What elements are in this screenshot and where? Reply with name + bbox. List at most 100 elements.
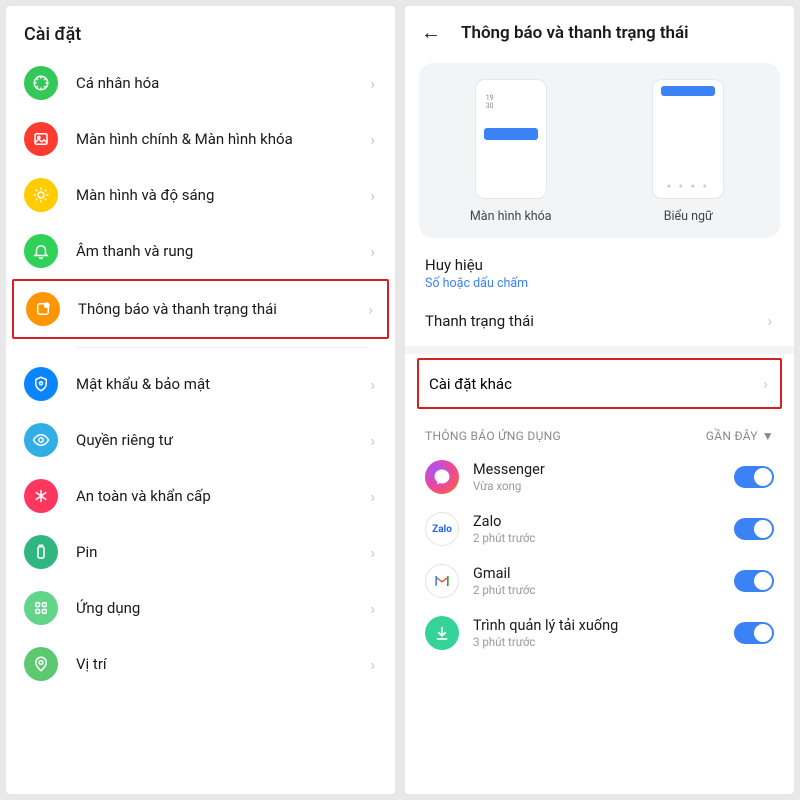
row-password-security[interactable]: Mật khẩu & bảo mật › — [12, 356, 389, 412]
row-location[interactable]: Vị trí › — [12, 636, 389, 692]
row-label: Thông báo và thanh trạng thái — [78, 300, 366, 318]
row-label: Quyền riêng tư — [76, 431, 368, 449]
chevron-right-icon: › — [368, 242, 377, 261]
app-row-messenger[interactable]: Messenger Vừa xong — [405, 451, 794, 503]
asterisk-icon — [24, 479, 58, 513]
back-arrow-icon[interactable]: ← — [421, 20, 441, 45]
app-name: Zalo — [473, 513, 720, 530]
notification-preview-card: 19 30 Màn hình khóa ● ● ● ● Biểu ngữ — [419, 63, 780, 238]
row-other-settings[interactable]: Cài đặt khác › — [417, 358, 782, 409]
chevron-right-icon: › — [368, 655, 377, 674]
app-subtext: Vừa xong — [473, 479, 720, 493]
chevron-right-icon: › — [368, 186, 377, 205]
home-dots: ● ● ● ● — [653, 182, 723, 190]
row-safety-emergency[interactable]: An toàn và khẩn cấp › — [12, 468, 389, 524]
row-battery[interactable]: Pin › — [12, 524, 389, 580]
zalo-icon: Zalo — [425, 512, 459, 546]
app-subtext: 3 phút trước — [473, 635, 720, 649]
row-status-bar[interactable]: Thanh trạng thái › — [405, 295, 794, 346]
row-label: Màn hình chính & Màn hình khóa — [76, 130, 368, 148]
row-label: Mật khẩu & bảo mật — [76, 375, 368, 393]
chevron-right-icon: › — [761, 374, 770, 393]
location-icon — [24, 647, 58, 681]
chevron-right-icon: › — [368, 74, 377, 93]
app-subtext: 2 phút trước — [473, 531, 720, 545]
download-icon — [425, 616, 459, 650]
row-apps[interactable]: Ứng dụng › — [12, 580, 389, 636]
app-info: Trình quản lý tải xuống 3 phút trước — [473, 617, 720, 649]
app-subtext: 2 phút trước — [473, 583, 720, 597]
notifications-screen: ← Thông báo và thanh trạng thái 19 30 Mà… — [405, 6, 794, 794]
row-privacy[interactable]: Quyền riêng tư › — [12, 412, 389, 468]
row-label: Màn hình và độ sáng — [76, 186, 368, 204]
row-display-brightness[interactable]: Màn hình và độ sáng › — [12, 167, 389, 223]
battery-icon — [24, 535, 58, 569]
row-label: Thanh trạng thái — [425, 312, 765, 330]
chevron-right-icon: › — [366, 300, 375, 319]
image-icon — [24, 122, 58, 156]
badge-link: Số hoặc dấu chấm — [425, 276, 774, 291]
row-personalization[interactable]: Cá nhân hóa › — [12, 55, 389, 111]
app-name: Gmail — [473, 565, 720, 582]
chevron-right-icon: › — [368, 130, 377, 149]
chevron-right-icon: › — [368, 543, 377, 562]
app-name: Messenger — [473, 461, 720, 478]
row-notifications-statusbar[interactable]: Thông báo và thanh trạng thái › — [12, 279, 389, 339]
mini-phone-lock: 19 30 — [475, 79, 547, 199]
chevron-right-icon: › — [368, 599, 377, 618]
bell-icon — [24, 234, 58, 268]
chevron-right-icon: › — [368, 431, 377, 450]
sun-icon — [24, 178, 58, 212]
notification-icon — [26, 292, 60, 326]
shield-icon — [24, 367, 58, 401]
app-info: Zalo 2 phút trước — [473, 513, 720, 545]
badge-title: Huy hiệu — [425, 256, 774, 274]
chevron-down-icon: ▼ — [762, 429, 774, 443]
toggle-switch[interactable] — [734, 466, 774, 488]
app-row-gmail[interactable]: Gmail 2 phút trước — [405, 555, 794, 607]
chevron-right-icon: › — [368, 487, 377, 506]
lock-notification-bar — [484, 128, 538, 140]
sort-dropdown[interactable]: GẦN ĐÂY ▼ — [706, 429, 774, 443]
preview-label: Biểu ngữ — [605, 209, 773, 224]
row-label: Âm thanh và rung — [76, 242, 368, 260]
messenger-icon — [425, 460, 459, 494]
app-info: Gmail 2 phút trước — [473, 565, 720, 597]
lock-time: 19 30 — [486, 94, 494, 110]
row-home-lockscreen[interactable]: Màn hình chính & Màn hình khóa › — [12, 111, 389, 167]
mini-phone-home: ● ● ● ● — [652, 79, 724, 199]
apps-section-header: THÔNG BÁO ỨNG DỤNG GẦN ĐÂY ▼ — [405, 413, 794, 451]
sort-label: GẦN ĐÂY — [706, 429, 758, 443]
row-sound-vibration[interactable]: Âm thanh và rung › — [12, 223, 389, 279]
row-label: Cá nhân hóa — [76, 74, 368, 92]
app-info: Messenger Vừa xong — [473, 461, 720, 493]
toggle-switch[interactable] — [734, 518, 774, 540]
preview-banner[interactable]: ● ● ● ● Biểu ngữ — [605, 79, 773, 224]
grid-icon — [24, 591, 58, 625]
row-label: Cài đặt khác — [429, 375, 761, 393]
badge-section[interactable]: Huy hiệu Số hoặc dấu chấm — [405, 238, 794, 295]
row-label: Ứng dụng — [76, 599, 368, 617]
preview-label: Màn hình khóa — [427, 209, 595, 224]
chevron-right-icon: › — [765, 311, 774, 330]
divider — [76, 347, 369, 348]
preview-lockscreen[interactable]: 19 30 Màn hình khóa — [427, 79, 595, 224]
compass-icon — [24, 66, 58, 100]
row-label: Vị trí — [76, 655, 368, 673]
app-row-zalo[interactable]: Zalo Zalo 2 phút trước — [405, 503, 794, 555]
eye-icon — [24, 423, 58, 457]
toggle-switch[interactable] — [734, 570, 774, 592]
row-label: An toàn và khẩn cấp — [76, 487, 368, 505]
banner-bar — [661, 86, 715, 96]
app-name: Trình quản lý tải xuống — [473, 617, 720, 634]
apps-header-label: THÔNG BÁO ỨNG DỤNG — [425, 429, 561, 443]
section-divider — [405, 346, 794, 354]
page-title: Cài đặt — [6, 6, 395, 55]
chevron-right-icon: › — [368, 375, 377, 394]
settings-screen: Cài đặt Cá nhân hóa › Màn hình chính & M… — [6, 6, 395, 794]
toggle-switch[interactable] — [734, 622, 774, 644]
app-row-download-manager[interactable]: Trình quản lý tải xuống 3 phút trước — [405, 607, 794, 659]
gmail-icon — [425, 564, 459, 598]
page-title: Thông báo và thanh trạng thái — [461, 23, 689, 43]
row-label: Pin — [76, 543, 368, 561]
